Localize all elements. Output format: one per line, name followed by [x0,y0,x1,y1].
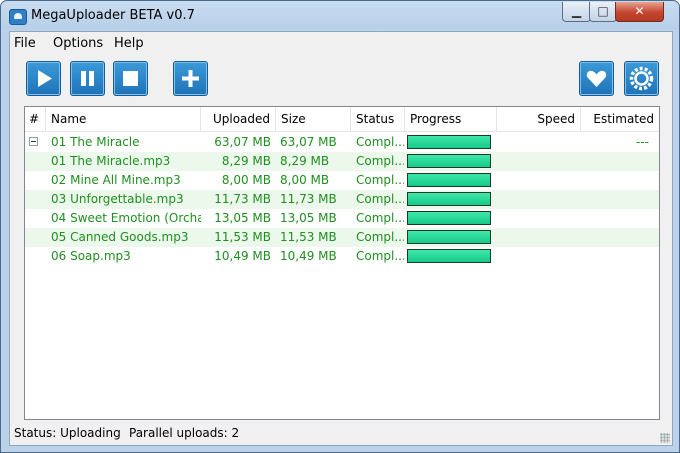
row-uploaded: 8,00 MB [221,173,271,187]
gear-icon [629,66,654,91]
row-progress-bar [407,192,491,206]
column-header-estimated[interactable]: Estimated [581,107,659,131]
column-header-size[interactable]: Size [276,107,351,131]
table-row[interactable]: 01 The Miracle.mp3 8,29 MB 8,29 MB Compl… [25,152,659,171]
column-header-name[interactable]: Name [46,107,201,131]
table-row[interactable]: 03 Unforgettable.mp3 11,73 MB 11,73 MB C… [25,190,659,209]
maximize-button[interactable]: □ [589,2,617,22]
column-header-progress[interactable]: Progress [405,107,497,131]
column-header-number[interactable]: # [25,107,46,131]
row-status: Compl... [356,249,404,263]
upload-list[interactable]: # Name Uploaded Size Status Progress Spe… [24,106,660,420]
row-size: 63,07 MB [280,135,337,149]
settings-button[interactable] [624,61,659,96]
row-size: 8,29 MB [280,154,330,168]
menu-file[interactable]: File [14,36,36,51]
row-size: 13,05 MB [280,211,337,225]
row-name: 04 Sweet Emotion (Orcha... [51,211,201,225]
client-area: File Options Help # Name Uploaded Size S… [9,31,673,446]
menu-bar: File Options Help [10,32,672,54]
column-header-uploaded[interactable]: Uploaded [201,107,276,131]
window-title: MegaUploader BETA v0.7 [31,8,195,23]
minimize-button[interactable]: ▁ [562,2,591,22]
row-size: 8,00 MB [280,173,330,187]
heart-icon [586,70,607,87]
menu-options[interactable]: Options [53,36,103,51]
row-status: Compl... [356,135,404,149]
collapse-icon[interactable] [29,137,38,146]
app-window: MegaUploader BETA v0.7 ▁ □ ✕ File Option… [0,0,680,453]
play-icon [38,70,52,87]
row-size: 11,73 MB [280,192,337,206]
column-header-speed[interactable]: Speed [497,107,581,131]
table-row[interactable]: 06 Soap.mp3 10,49 MB 10,49 MB Compl... [25,247,659,266]
table-row[interactable]: 04 Sweet Emotion (Orcha... 13,05 MB 13,0… [25,209,659,228]
toolbar [10,54,672,104]
favorite-button[interactable] [579,61,614,96]
status-bar: Status: Uploading Parallel uploads: 2 [10,422,672,445]
row-uploaded: 13,05 MB [214,211,271,225]
title-bar[interactable]: MegaUploader BETA v0.7 ▁ □ ✕ [1,1,679,31]
row-name: 02 Mine All Mine.mp3 [51,173,181,187]
resize-grip-icon[interactable] [660,433,670,443]
plus-icon [182,70,199,87]
row-progress-bar [407,249,491,263]
row-progress-bar [407,154,491,168]
row-estimated: --- [636,135,649,149]
row-size: 10,49 MB [280,249,337,263]
pause-icon [81,71,94,86]
row-status: Compl... [356,173,404,187]
row-uploaded: 11,53 MB [214,230,271,244]
row-size: 11,53 MB [280,230,337,244]
parallel-uploads-text: Parallel uploads: 2 [129,426,240,440]
row-name: 06 Soap.mp3 [51,249,131,263]
table-row-group[interactable]: 01 The Miracle 63,07 MB 63,07 MB Compl..… [25,133,659,152]
play-button[interactable] [26,61,61,96]
list-header: # Name Uploaded Size Status Progress Spe… [25,107,659,132]
row-name: 01 The Miracle.mp3 [51,154,171,168]
row-progress-bar [407,173,491,187]
row-status: Compl... [356,230,404,244]
row-progress-bar [407,211,491,225]
stop-icon [123,71,138,86]
menu-help[interactable]: Help [114,36,144,51]
row-name: 05 Canned Goods.mp3 [51,230,189,244]
row-uploaded: 10,49 MB [214,249,271,263]
add-button[interactable] [173,61,208,96]
row-status: Compl... [356,192,404,206]
row-progress-bar [407,230,491,244]
status-text: Status: Uploading [14,426,121,440]
row-uploaded: 11,73 MB [214,192,271,206]
row-name: 01 The Miracle [51,135,140,149]
row-name: 03 Unforgettable.mp3 [51,192,184,206]
app-icon [9,9,27,25]
stop-button[interactable] [113,61,148,96]
row-uploaded: 63,07 MB [214,135,271,149]
close-button[interactable]: ✕ [615,2,664,22]
table-row[interactable]: 02 Mine All Mine.mp3 8,00 MB 8,00 MB Com… [25,171,659,190]
table-row[interactable]: 05 Canned Goods.mp3 11,53 MB 11,53 MB Co… [25,228,659,247]
row-progress-bar [407,135,491,149]
pause-button[interactable] [70,61,105,96]
row-status: Compl... [356,154,404,168]
column-header-status[interactable]: Status [351,107,405,131]
row-status: Compl... [356,211,404,225]
row-uploaded: 8,29 MB [221,154,271,168]
